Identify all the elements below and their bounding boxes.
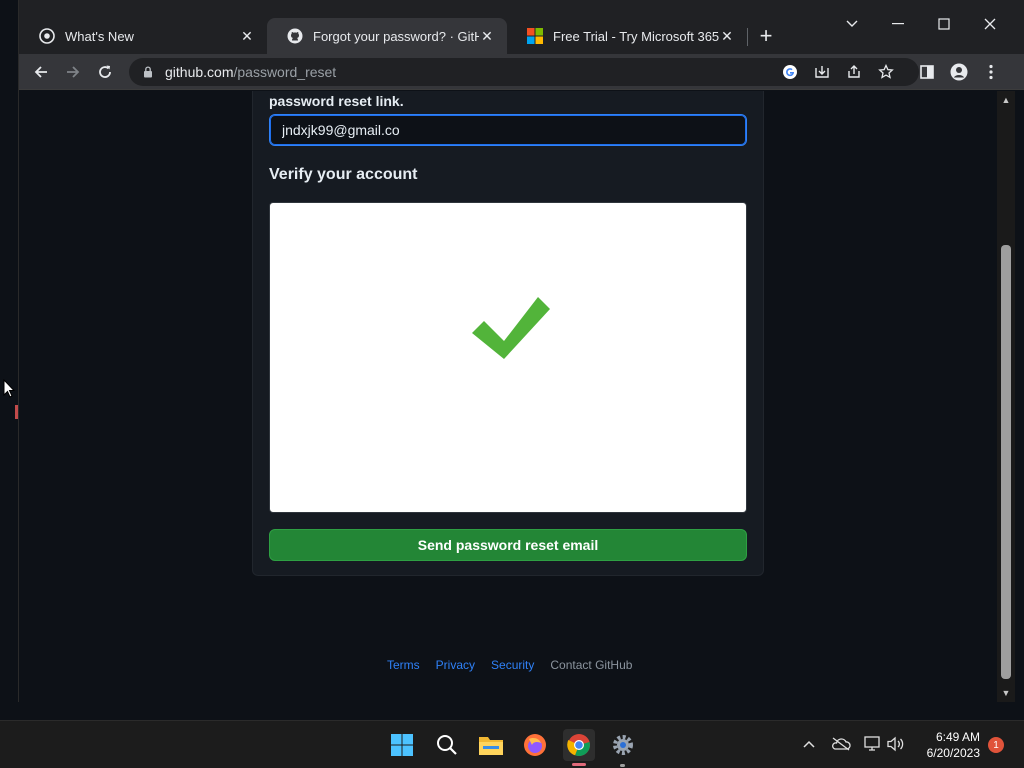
url-path: /password_reset: [233, 64, 337, 80]
lock-icon[interactable]: [141, 65, 155, 79]
page-scrollbar[interactable]: ▲ ▼: [997, 91, 1015, 702]
search-icon[interactable]: [431, 729, 463, 761]
browser-window: What's New ✕ Forgot your password? · Git…: [18, 0, 1024, 702]
microsoft-icon: [527, 28, 543, 44]
profile-avatar-icon[interactable]: [947, 60, 971, 84]
tab-title: Free Trial - Try Microsoft 365 for: [553, 28, 719, 44]
show-hidden-icons-chevron-icon[interactable]: [798, 733, 820, 755]
tab-github-password[interactable]: Forgot your password? · GitHub ✕: [267, 18, 507, 54]
tab-title: What's New: [65, 28, 134, 44]
scroll-down-arrow-icon[interactable]: ▼: [1000, 687, 1012, 699]
active-app-indicator: [572, 763, 586, 766]
network-icon[interactable]: [862, 733, 884, 755]
footer-terms-link[interactable]: Terms: [387, 658, 420, 672]
chrome-icon: [39, 28, 55, 44]
notification-badge[interactable]: 1: [988, 737, 1004, 753]
close-window-icon[interactable]: [978, 12, 1002, 36]
windows-taskbar: 6:49 AM 6/20/2023 1: [0, 720, 1024, 768]
onedrive-offline-icon[interactable]: [830, 733, 852, 755]
system-clock[interactable]: 6:49 AM 6/20/2023: [916, 729, 980, 761]
share-icon[interactable]: [843, 61, 865, 83]
password-reset-card: password reset link. Verify your account…: [252, 91, 764, 576]
tab-separator: [747, 28, 748, 46]
side-panel-icon[interactable]: [915, 60, 939, 84]
page-viewport: password reset link. Verify your account…: [19, 91, 997, 702]
email-input[interactable]: [269, 114, 747, 146]
maximize-icon[interactable]: [932, 12, 956, 36]
checkmark-icon: [468, 293, 552, 365]
running-app-indicator: [620, 764, 625, 767]
browser-toolbar: github.com/password_reset: [19, 54, 1024, 90]
minimize-icon[interactable]: [886, 12, 910, 36]
address-bar[interactable]: github.com/password_reset: [129, 58, 919, 86]
volume-icon[interactable]: [885, 733, 907, 755]
tab-strip: What's New ✕ Forgot your password? · Git…: [19, 0, 1024, 54]
send-reset-email-button[interactable]: Send password reset email: [269, 529, 747, 561]
tab-microsoft-365[interactable]: Free Trial - Try Microsoft 365 for ✕: [507, 18, 747, 54]
close-tab-icon[interactable]: ✕: [239, 28, 255, 44]
clock-time: 6:49 AM: [935, 730, 980, 744]
settings-gear-icon[interactable]: [607, 729, 639, 761]
new-tab-icon[interactable]: +: [754, 23, 778, 48]
back-arrow-icon[interactable]: [29, 60, 53, 84]
more-menu-icon[interactable]: [979, 60, 1003, 84]
desktop-background: [0, 0, 18, 720]
forward-arrow-icon[interactable]: [61, 60, 85, 84]
email-prompt-label: password reset link.: [269, 93, 404, 109]
file-explorer-icon[interactable]: [475, 729, 507, 761]
bookmark-star-icon[interactable]: [875, 61, 897, 83]
url-host: github.com: [165, 64, 234, 80]
verify-heading: Verify your account: [269, 166, 418, 183]
clock-date: 6/20/2023: [926, 746, 980, 760]
reload-icon[interactable]: [93, 60, 117, 84]
page-footer: Terms Privacy Security Contact GitHub: [387, 658, 632, 672]
captcha-frame[interactable]: [269, 202, 747, 513]
chrome-taskbar-icon[interactable]: [563, 729, 595, 761]
tab-search-chevron-icon[interactable]: [840, 12, 864, 36]
install-app-icon[interactable]: [811, 61, 833, 83]
close-tab-icon[interactable]: ✕: [479, 28, 495, 44]
footer-contact-link[interactable]: Contact GitHub: [550, 658, 632, 672]
scroll-thumb[interactable]: [1001, 245, 1011, 679]
tab-title: Forgot your password? · GitHub: [313, 28, 479, 44]
scroll-up-arrow-icon[interactable]: ▲: [1000, 94, 1012, 106]
firefox-icon[interactable]: [519, 729, 551, 761]
tab-whats-new[interactable]: What's New ✕: [19, 18, 267, 54]
google-lens-icon[interactable]: [779, 61, 801, 83]
footer-security-link[interactable]: Security: [491, 658, 534, 672]
github-icon: [287, 28, 303, 44]
footer-privacy-link[interactable]: Privacy: [436, 658, 475, 672]
close-tab-icon[interactable]: ✕: [719, 28, 735, 44]
windows-start-icon[interactable]: [386, 729, 418, 761]
